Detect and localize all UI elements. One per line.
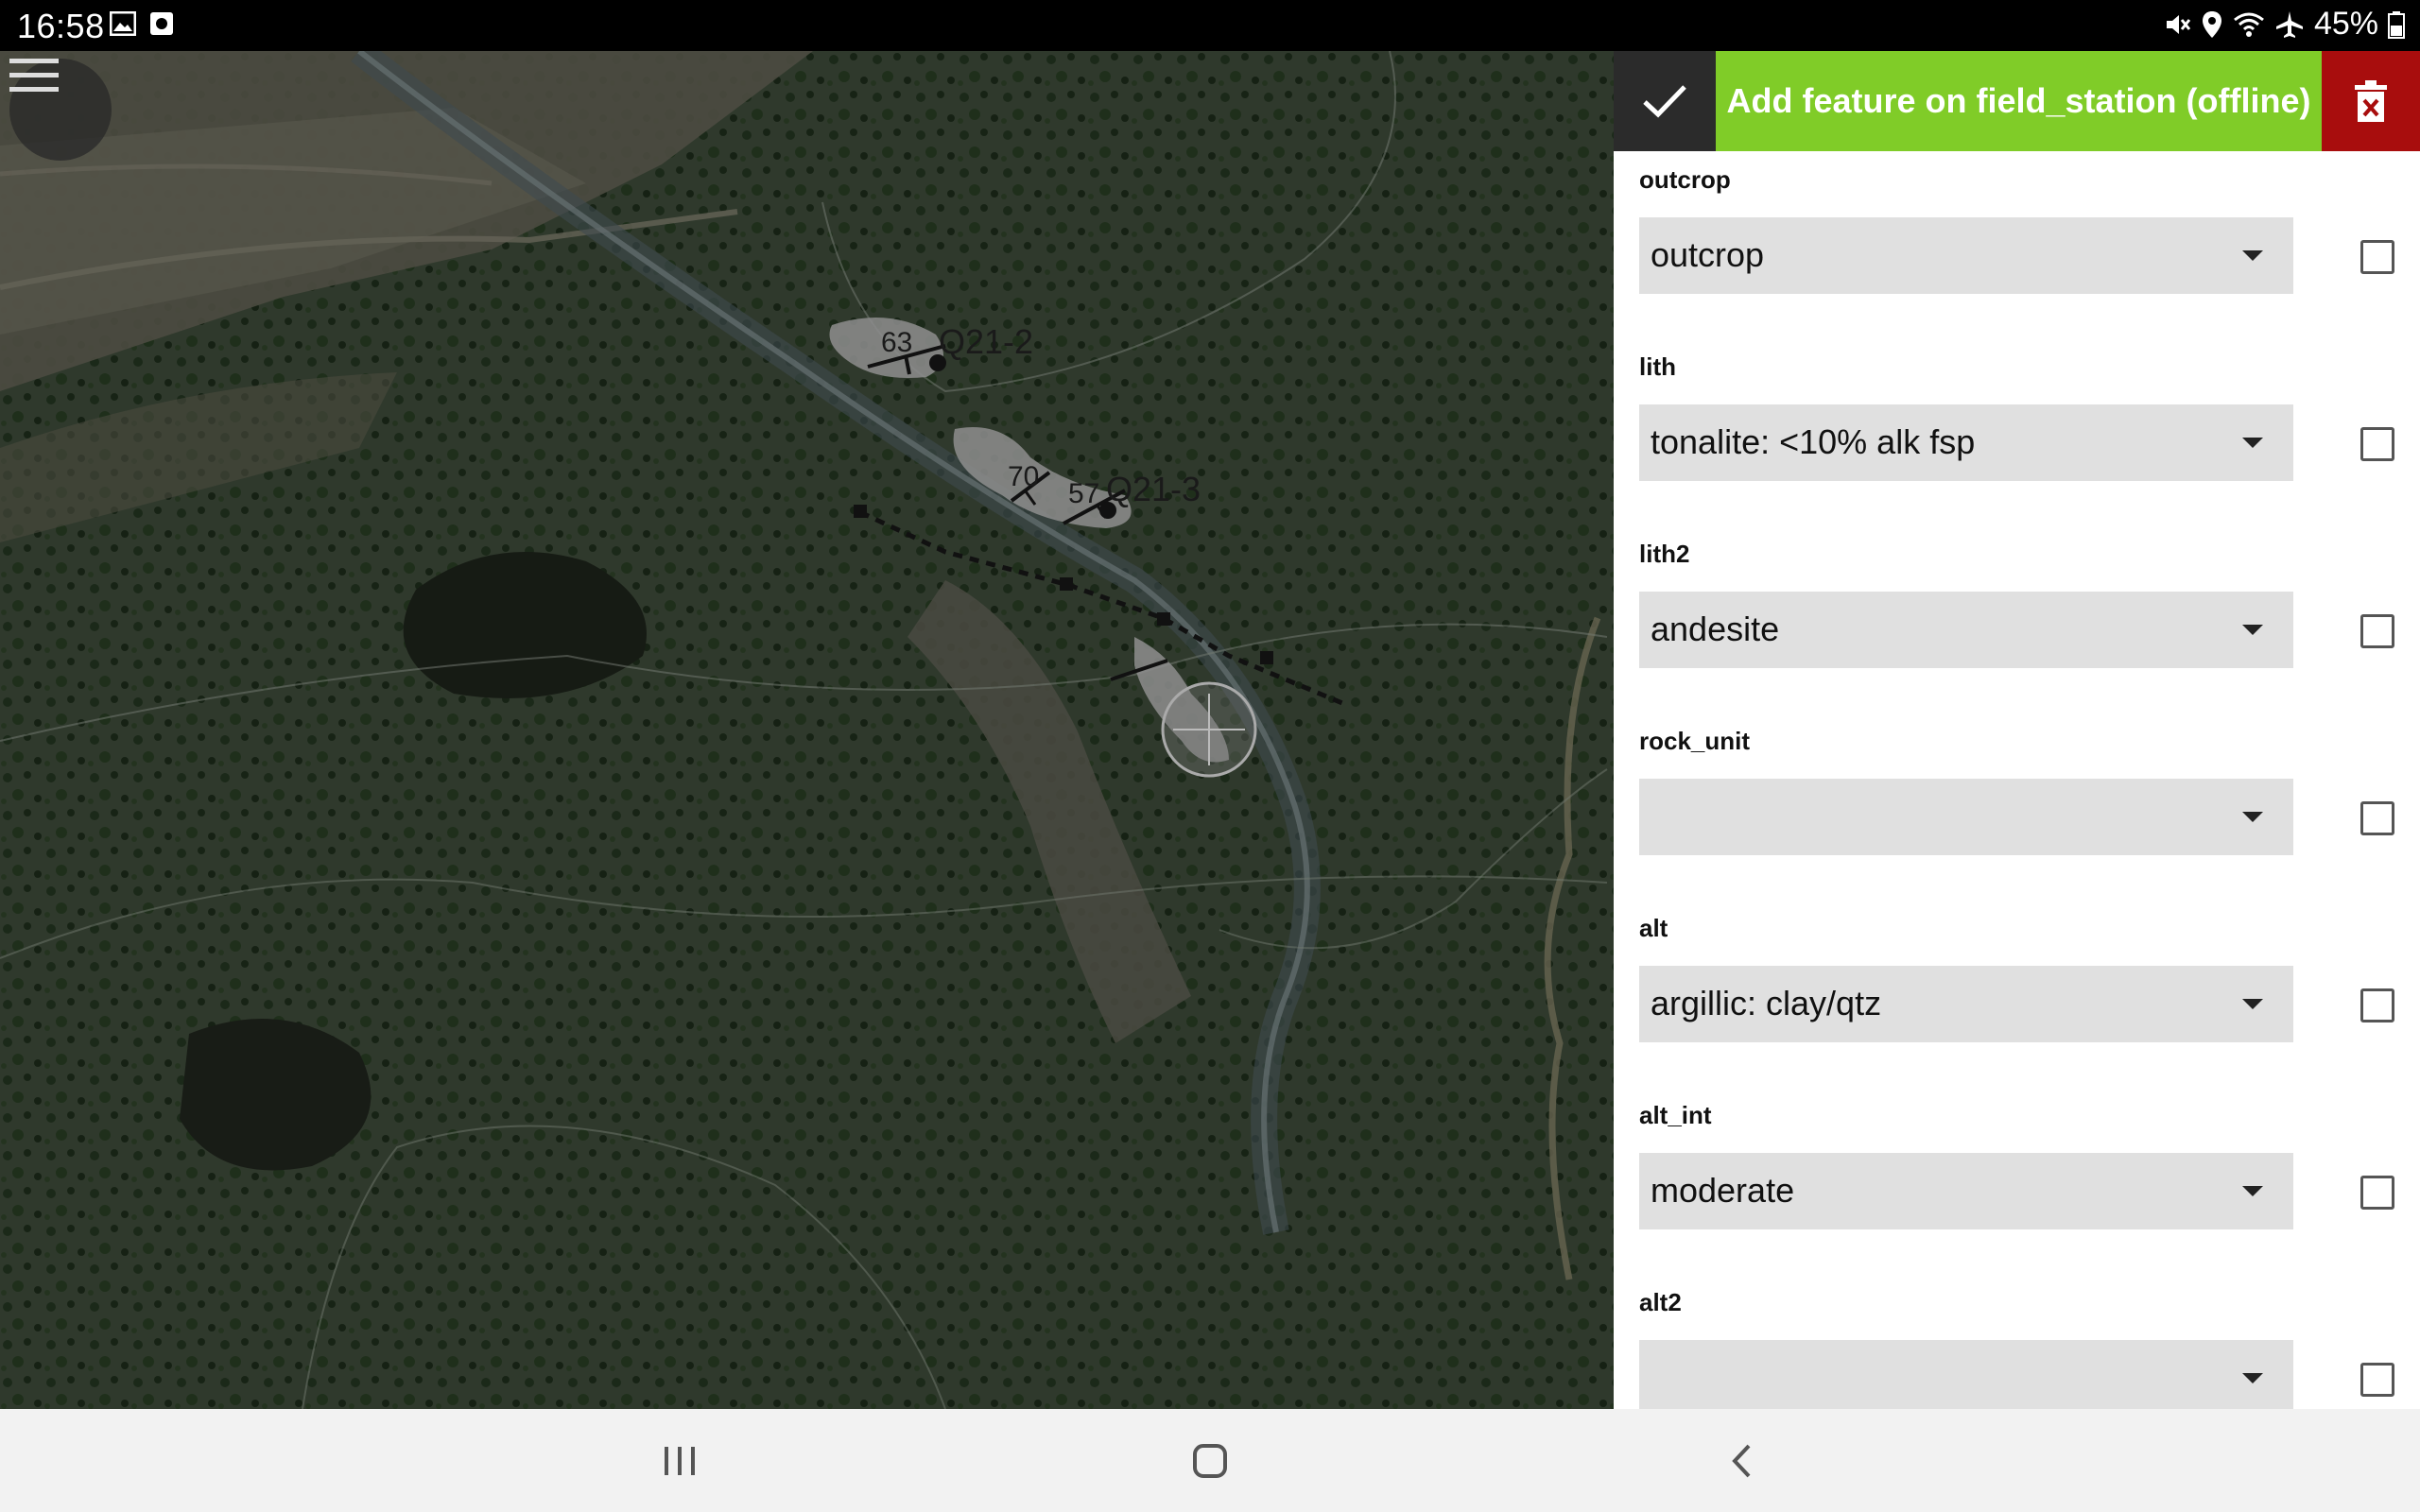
dropdown-arrow-icon xyxy=(2242,1373,2263,1383)
battery-icon xyxy=(2388,10,2405,39)
map-label-dip-70: 70 xyxy=(1008,461,1039,492)
alt2-checkbox[interactable] xyxy=(2360,1363,2394,1397)
lith2-dropdown[interactable]: andesite xyxy=(1639,592,2293,668)
dropdown-arrow-icon xyxy=(2242,812,2263,822)
lith-dropdown[interactable]: tonalite: <10% alk fsp xyxy=(1639,404,2293,481)
map-label-station-q21-2: Q21-2 xyxy=(939,322,1033,361)
field-alt-int: alt_int moderate xyxy=(1614,1087,2420,1274)
field-label: lith2 xyxy=(1639,540,1690,568)
field-lith2: lith2 andesite xyxy=(1614,525,2420,713)
lith-checkbox[interactable] xyxy=(2360,427,2394,461)
screenshot-icon xyxy=(150,12,173,35)
image-icon xyxy=(110,11,136,36)
alt2-dropdown[interactable] xyxy=(1639,1340,2293,1409)
dropdown-value: argillic: clay/qtz xyxy=(1651,984,1882,1022)
panel-title: Add feature on field_station (offline) xyxy=(1726,81,2311,120)
system-nav-bar xyxy=(0,1409,2420,1512)
airplane-icon xyxy=(2275,10,2303,38)
field-label: alt2 xyxy=(1639,1288,1682,1316)
field-rock-unit: rock_unit xyxy=(1614,713,2420,900)
confirm-button[interactable] xyxy=(1614,51,1716,151)
wifi-icon xyxy=(2234,12,2264,37)
alt-dropdown[interactable]: argillic: clay/qtz xyxy=(1639,966,2293,1042)
dropdown-arrow-icon xyxy=(2242,999,2263,1009)
mute-icon xyxy=(2166,14,2191,34)
rock-unit-dropdown[interactable] xyxy=(1639,779,2293,855)
dropdown-arrow-icon xyxy=(2242,250,2263,261)
outcrop-dropdown[interactable]: outcrop xyxy=(1639,217,2293,294)
checkmark-icon xyxy=(1643,85,1686,118)
recent-apps-button[interactable] xyxy=(637,1430,722,1492)
field-outcrop: outcrop outcrop xyxy=(1614,151,2420,338)
alt-int-checkbox[interactable] xyxy=(2360,1176,2394,1210)
home-icon xyxy=(1193,1444,1227,1478)
back-button[interactable] xyxy=(1699,1430,1784,1492)
map-label-station-q21-3: Q21-3 xyxy=(1106,470,1201,508)
recent-apps-icon xyxy=(665,1447,695,1475)
field-alt2: alt2 xyxy=(1614,1274,2420,1409)
map-view[interactable]: 63 Q21-2 70 57 Q21-3 xyxy=(0,51,1614,1409)
field-lith: lith tonalite: <10% alk fsp xyxy=(1614,338,2420,525)
dropdown-value: moderate xyxy=(1651,1171,1795,1210)
hamburger-menu-button[interactable] xyxy=(9,59,112,161)
dropdown-value: andesite xyxy=(1651,610,1780,648)
map-label-dip-57: 57 xyxy=(1068,478,1099,509)
hamburger-icon xyxy=(9,59,59,92)
alt-checkbox[interactable] xyxy=(2360,988,2394,1022)
field-label: rock_unit xyxy=(1639,727,1751,755)
dropdown-arrow-icon xyxy=(2242,438,2263,448)
field-label: alt_int xyxy=(1639,1101,1712,1129)
outcrop-checkbox[interactable] xyxy=(2360,240,2394,274)
satellite-map: 63 Q21-2 70 57 Q21-3 xyxy=(0,51,1614,1409)
map-label-dip-63: 63 xyxy=(881,327,912,358)
feature-form-panel: Add feature on field_station (offline) o… xyxy=(1614,51,2420,1409)
dropdown-arrow-icon xyxy=(2242,625,2263,635)
home-button[interactable] xyxy=(1167,1430,1253,1492)
field-label: outcrop xyxy=(1639,165,1731,194)
alt-int-dropdown[interactable]: moderate xyxy=(1639,1153,2293,1229)
status-time: 16:58 xyxy=(17,7,105,45)
dropdown-arrow-icon xyxy=(2242,1186,2263,1196)
location-icon xyxy=(2202,10,2221,38)
dropdown-value: outcrop xyxy=(1651,235,1765,274)
status-bar: 16:58 45% xyxy=(0,0,2420,51)
panel-title-bar: Add feature on field_station (offline) xyxy=(1716,51,2322,151)
trash-icon xyxy=(2355,80,2387,122)
delete-button[interactable] xyxy=(2322,51,2420,151)
rock-unit-checkbox[interactable] xyxy=(2360,801,2394,835)
field-label: lith xyxy=(1639,352,1676,381)
status-right: 45% xyxy=(2163,6,2405,43)
field-alt: alt argillic: clay/qtz xyxy=(1614,900,2420,1087)
battery-percent: 45% xyxy=(2313,6,2378,42)
field-label: alt xyxy=(1639,914,1668,942)
lith2-checkbox[interactable] xyxy=(2360,614,2394,648)
panel-header: Add feature on field_station (offline) xyxy=(1614,51,2420,151)
dropdown-value: tonalite: <10% alk fsp xyxy=(1651,422,1976,461)
back-icon xyxy=(1732,1444,1751,1478)
